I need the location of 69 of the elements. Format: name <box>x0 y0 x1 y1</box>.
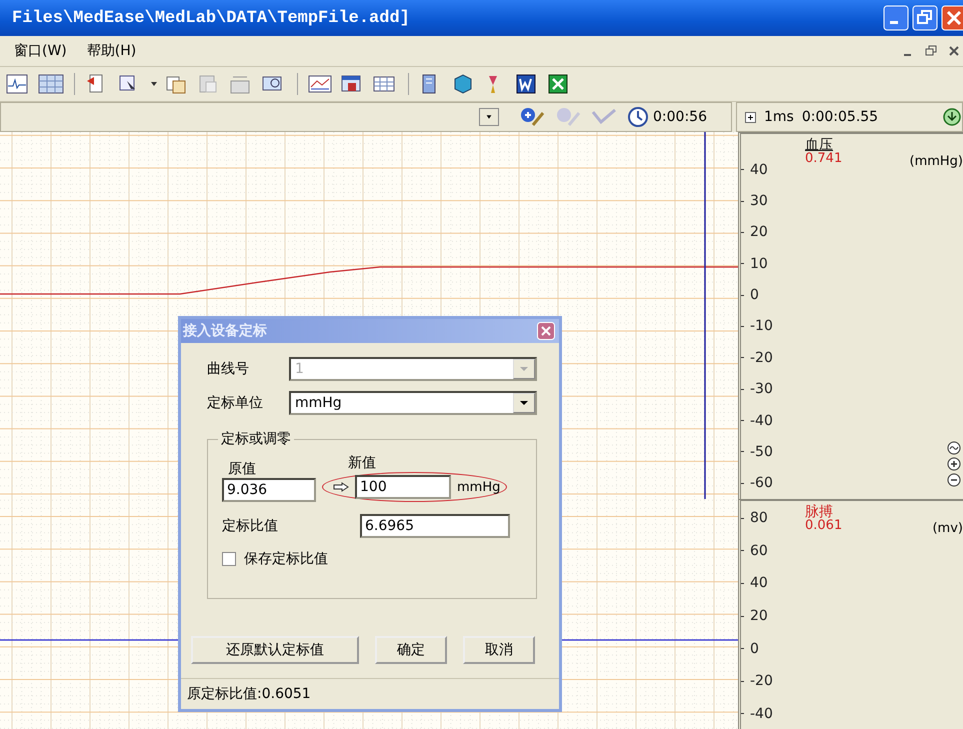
menu-item[interactable]: 窗口(W) <box>14 42 67 60</box>
axis-label: 80 <box>750 510 768 526</box>
axis-label: 20 <box>750 608 768 624</box>
input-field[interactable]: 6.6965 <box>360 514 510 538</box>
field-label: 定标比值 <box>222 517 279 535</box>
close-button[interactable] <box>941 5 963 31</box>
zoom-in-icon[interactable] <box>947 457 961 471</box>
axis-label: -10 <box>750 318 773 334</box>
caret-icon <box>519 400 529 406</box>
axis-label: -60 <box>750 475 773 492</box>
zoom-out-icon[interactable] <box>947 473 961 487</box>
time-scale: 1ms <box>764 109 794 125</box>
group-title: 定标或调零 <box>218 430 294 448</box>
caret-icon <box>519 366 529 372</box>
dialog-title: 接入设备定标 <box>183 322 267 340</box>
unit-label: mmHg <box>457 480 500 494</box>
channel-name[interactable]: 血压 <box>805 138 842 152</box>
axis-label: 0 <box>750 287 759 304</box>
axis-label: -20 <box>750 350 773 366</box>
clock-icon <box>627 106 650 128</box>
axis-label: 20 <box>750 224 768 240</box>
axis-label: 0 <box>750 640 759 657</box>
download-icon[interactable] <box>942 107 962 127</box>
time-position: 0:00:05.55 <box>802 109 878 125</box>
wave-icon[interactable] <box>947 441 961 455</box>
channel-value: 0.741 <box>805 152 842 165</box>
minimize-button[interactable] <box>883 5 909 31</box>
restore-icon[interactable] <box>925 45 937 57</box>
combo-box[interactable]: mmHg <box>289 391 537 415</box>
close-icon[interactable] <box>949 45 959 57</box>
elapsed-time: 0:00:56 <box>653 109 707 125</box>
checkbox-label[interactable]: 保存定标比值 <box>244 550 328 568</box>
axis-label: 60 <box>750 542 768 559</box>
checkbox[interactable] <box>222 552 236 566</box>
chart-icon[interactable] <box>308 73 334 95</box>
field-label: 曲线号 <box>207 360 250 378</box>
axis-label: 40 <box>750 575 768 592</box>
dialog-button[interactable]: 取消 <box>463 636 535 664</box>
field-label: 新值 <box>347 454 377 472</box>
axis-label: -40 <box>750 706 773 722</box>
channel-unit: (mmHg) <box>910 153 963 169</box>
channel-name[interactable]: 脉搏 <box>805 505 842 519</box>
caret-icon <box>486 113 492 121</box>
restore-button[interactable] <box>912 5 938 31</box>
field-label: 原值 <box>227 460 257 478</box>
axis-label: 30 <box>750 193 768 210</box>
axis-label: -50 <box>750 444 773 460</box>
axis-label: -40 <box>750 412 773 429</box>
input-field[interactable]: 100 <box>355 475 451 499</box>
axis-label: 40 <box>750 162 768 178</box>
dialog-button[interactable]: 确定 <box>375 636 447 664</box>
axis-label: -30 <box>750 381 773 398</box>
dropdown-button[interactable] <box>479 108 500 126</box>
grid-icon[interactable] <box>38 73 64 95</box>
menu-item[interactable]: 帮助(H) <box>86 42 136 60</box>
input-field[interactable]: 9.036 <box>222 478 316 502</box>
add-pen-icon[interactable] <box>519 106 546 128</box>
channel-unit: (mv) <box>932 520 963 536</box>
axis-label: -20 <box>750 673 773 690</box>
channel-value: 0.061 <box>805 519 842 532</box>
expand-icon[interactable] <box>745 112 756 122</box>
dialog-button[interactable]: 还原默认定标值 <box>191 636 359 664</box>
field-label: 定标单位 <box>207 394 264 412</box>
input-field[interactable]: mmHg <box>291 393 513 413</box>
arrow-icon <box>333 482 349 492</box>
window-title: Files\MedEase\MedLab\DATA\TempFile.add] <box>12 8 410 28</box>
status-text: 原定标比值:0.6051 <box>181 678 559 709</box>
axis-label: 10 <box>750 256 768 272</box>
close-button[interactable] <box>537 322 555 340</box>
